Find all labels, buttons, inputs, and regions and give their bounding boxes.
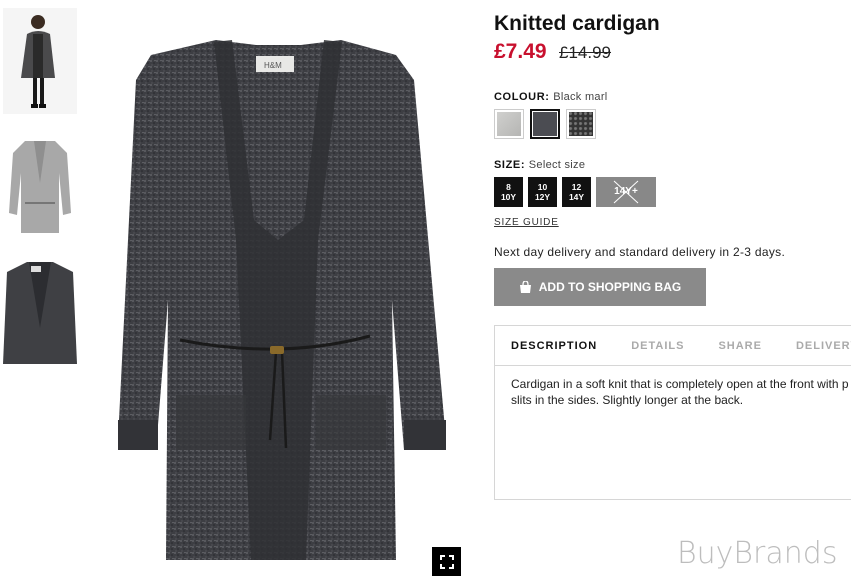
thumbnail-grey-cardigan[interactable] — [3, 133, 77, 239]
sale-price: £7.49 — [494, 40, 547, 63]
swatch-light-grey[interactable] — [494, 109, 524, 139]
thumbnail-model[interactable] — [3, 8, 77, 114]
product-main-image: H&M — [96, 0, 466, 581]
thumbnail-list — [3, 8, 77, 383]
swatch-black-marl[interactable] — [530, 109, 560, 139]
swatch-dark-speckle[interactable] — [566, 109, 596, 139]
tab-bar: DESCRIPTION DETAILS SHARE DELIVERY — [495, 326, 851, 366]
thumbnail-dark-closeup[interactable] — [3, 258, 77, 364]
size-line1: 14Y+ — [614, 186, 638, 197]
tab-description[interactable]: DESCRIPTION — [511, 340, 597, 352]
size-option-14y-plus[interactable]: 14Y+ — [596, 177, 656, 207]
fullscreen-button[interactable] — [432, 547, 461, 576]
description-line-1: Cardigan in a soft knit that is complete… — [511, 377, 849, 391]
add-to-bag-button[interactable]: ADD TO SHOPPING BAG — [494, 268, 706, 306]
delivery-note: Next day delivery and standard delivery … — [494, 245, 786, 259]
colour-label-key: COLOUR: — [494, 91, 550, 103]
size-option-8-10y[interactable]: 8 10Y — [494, 177, 523, 207]
tab-share[interactable]: SHARE — [718, 340, 762, 352]
expand-icon — [439, 554, 454, 569]
colour-label-value: Black marl — [553, 91, 608, 103]
original-price: £14.99 — [559, 43, 612, 62]
product-details-panel: Knitted cardigan £7.49 £14.99 COLOUR: Bl… — [494, 0, 851, 581]
colour-swatches — [494, 109, 596, 139]
size-guide-link[interactable]: SIZE GUIDE — [494, 217, 559, 228]
tab-delivery[interactable]: DELIVERY — [796, 340, 851, 352]
size-option-10-12y[interactable]: 10 12Y — [528, 177, 557, 207]
brand-tag: H&M — [264, 61, 282, 70]
watermark: BuyBrands — [677, 536, 838, 571]
size-line1: 8 — [506, 182, 511, 192]
product-title: Knitted cardigan — [494, 12, 660, 35]
size-line2: 14Y — [568, 192, 585, 202]
description-line-2: slits in the sides. Slightly longer at t… — [511, 393, 744, 407]
size-label-key: SIZE: — [494, 159, 526, 171]
shopping-bag-icon — [519, 281, 531, 293]
size-line2: 10Y — [500, 192, 517, 202]
size-line1: 10 — [537, 182, 548, 192]
size-line1: 12 — [571, 182, 582, 192]
price-row: £7.49 £14.99 — [494, 40, 611, 64]
size-label-value: Select size — [528, 159, 586, 171]
product-info-tabs: DESCRIPTION DETAILS SHARE DELIVERY Cardi… — [494, 325, 851, 500]
tab-details[interactable]: DETAILS — [631, 340, 684, 352]
colour-label: COLOUR: Black marl — [494, 91, 608, 103]
size-options: 8 10Y 10 12Y 12 14Y 14Y+ — [494, 177, 656, 207]
size-label: SIZE: Select size — [494, 159, 585, 171]
add-to-bag-label: ADD TO SHOPPING BAG — [538, 280, 682, 294]
size-option-12-14y[interactable]: 12 14Y — [562, 177, 591, 207]
size-line2: 12Y — [534, 192, 551, 202]
description-text: Cardigan in a soft knit that is complete… — [495, 366, 851, 408]
